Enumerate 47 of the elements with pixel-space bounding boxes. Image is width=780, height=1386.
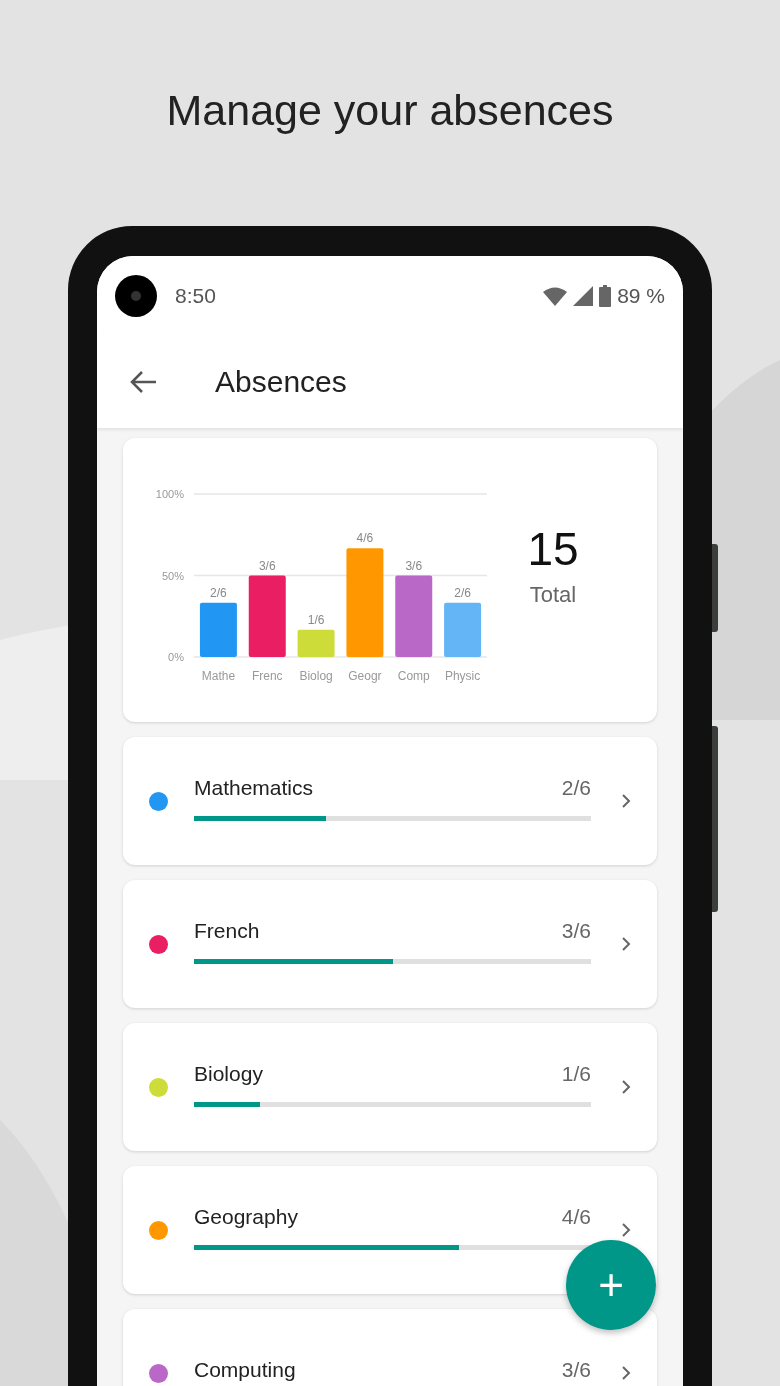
headline: Manage your absences: [165, 85, 615, 136]
total-label: Total: [529, 582, 577, 608]
wifi-icon: [543, 286, 568, 306]
category-label: Biolog: [299, 669, 333, 683]
camera-icon: [115, 275, 157, 317]
value-label: 3/6: [258, 558, 276, 573]
value-label: 3/6: [405, 558, 423, 573]
axis-label: 0%: [168, 651, 184, 663]
absence-count: 3/6: [561, 918, 591, 943]
chevron-icon: [621, 793, 631, 809]
subject-name: Mathematics: [194, 775, 314, 800]
value-label: 4/6: [356, 531, 374, 546]
value-label: 2/6: [454, 585, 471, 600]
battery-level: 89 %: [617, 284, 665, 308]
chevron-icon: [621, 936, 631, 952]
chart-bar: [444, 602, 482, 657]
screen-title: Absences: [215, 365, 347, 399]
status-time: 8:50: [175, 284, 217, 308]
subject-name: Computing: [194, 1358, 296, 1382]
absence-count: 3/6: [561, 1358, 591, 1382]
total-count: 15: [527, 522, 579, 576]
category-label: Physic: [444, 669, 481, 683]
subject-card[interactable]: Mathematics 2/6: [123, 737, 657, 865]
subject-card[interactable]: Biology 1/6: [123, 1023, 657, 1151]
battery-icon: [599, 285, 612, 307]
category-label: Comp: [397, 669, 430, 683]
subject-card[interactable]: French 3/6: [123, 880, 657, 1008]
chevron-icon: [621, 1079, 631, 1095]
value-label: 2/6: [210, 585, 227, 600]
absence-count: 4/6: [561, 1204, 591, 1229]
absence-count: 2/6: [561, 775, 591, 800]
subject-name: Geography: [194, 1204, 298, 1229]
category-label: Frenc: [251, 669, 283, 683]
subject-card[interactable]: Computing 3/6: [123, 1309, 657, 1386]
axis-label: 50%: [161, 569, 184, 582]
chevron-icon: [621, 1365, 631, 1381]
chevron-icon: [621, 1222, 631, 1238]
axis-label: 100%: [155, 488, 184, 500]
category-label: Geogr: [348, 669, 382, 683]
chart-bar: [297, 629, 335, 657]
signal-icon: [573, 286, 594, 306]
absence-count: 1/6: [561, 1061, 591, 1086]
subject-name: Biology: [194, 1061, 263, 1086]
value-label: 1/6: [307, 612, 325, 627]
category-label: Mathe: [201, 669, 236, 683]
chart-bar: [199, 602, 237, 657]
subject-name: French: [194, 918, 260, 943]
